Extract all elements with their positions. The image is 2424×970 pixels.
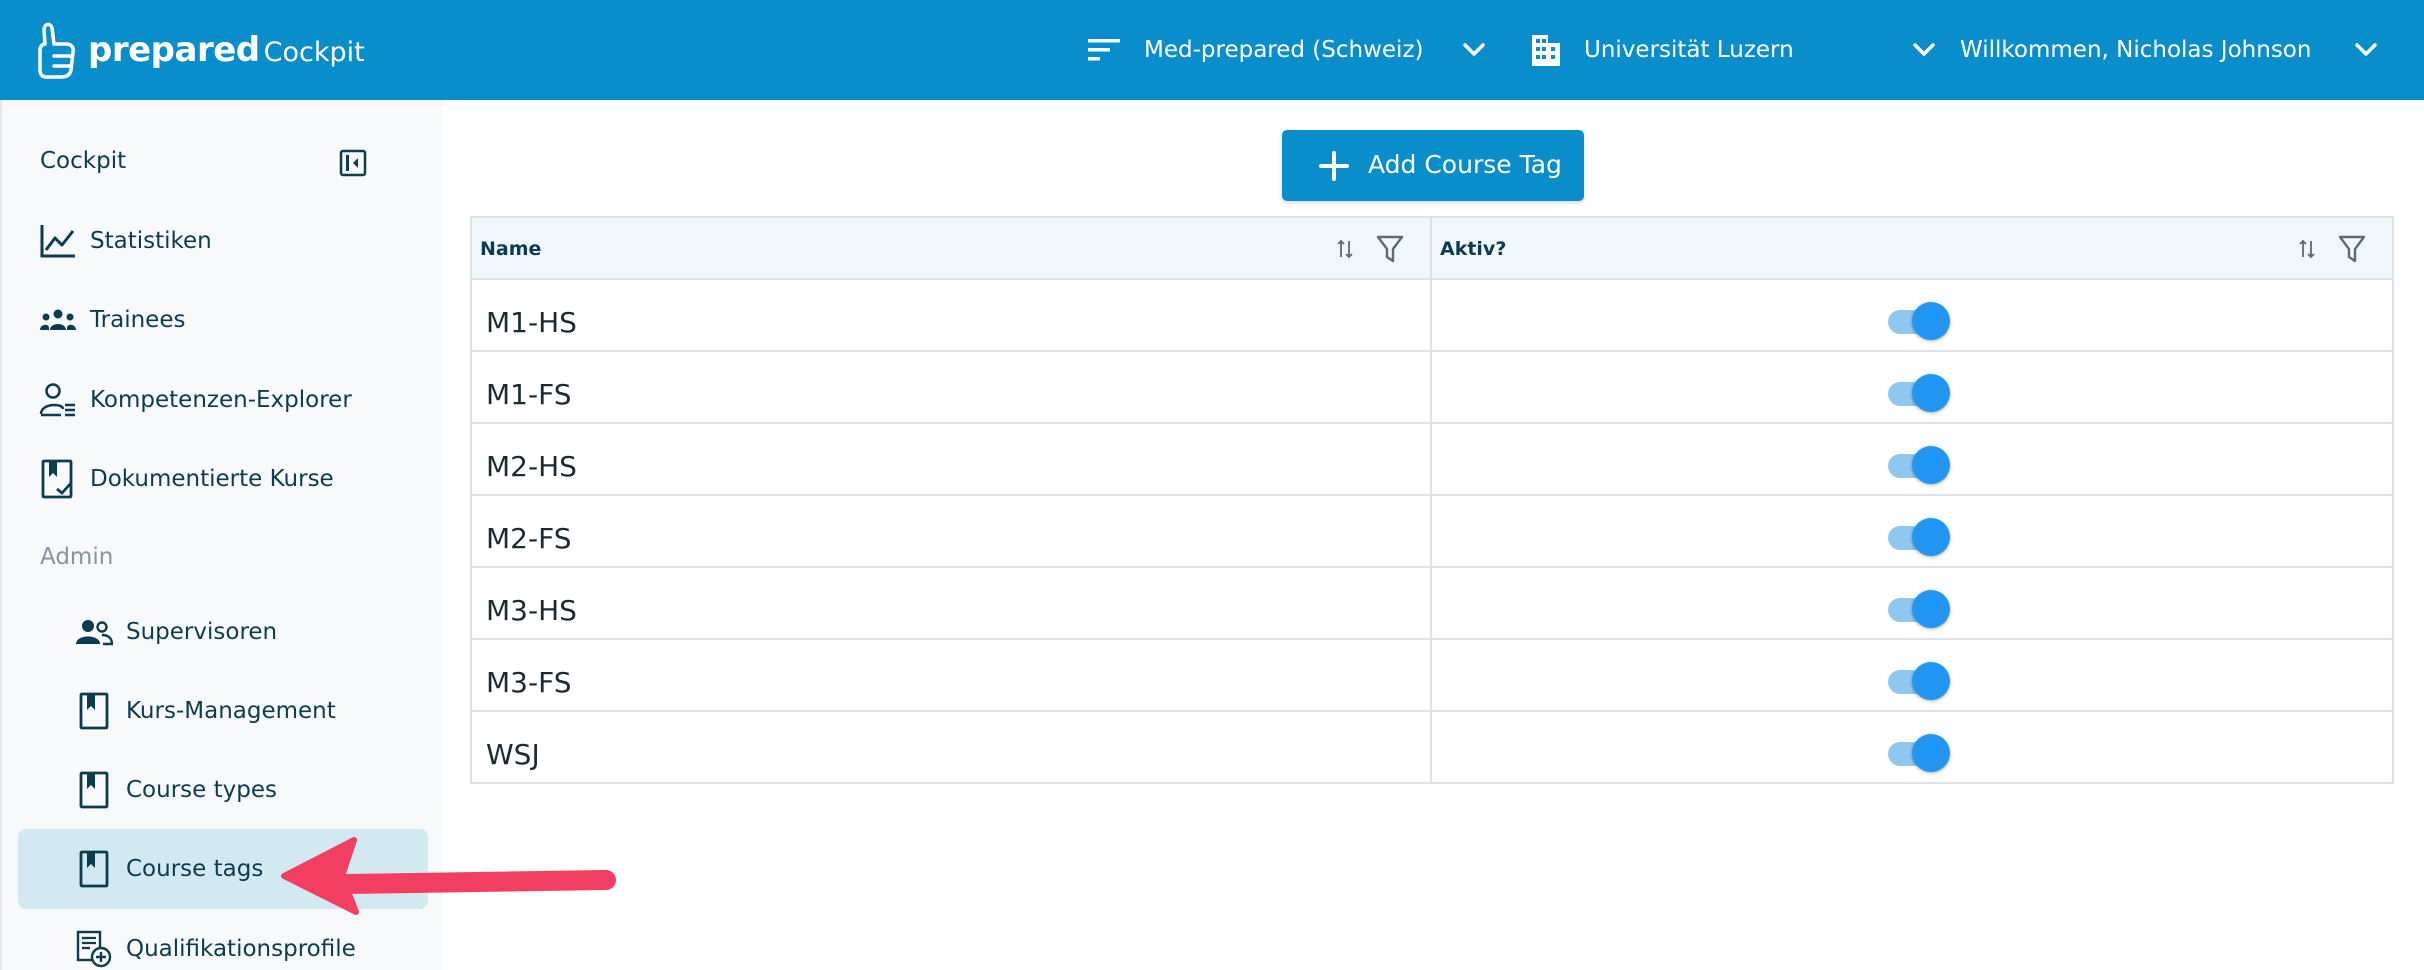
filter-icon[interactable] [2338,234,2366,264]
course-tag-name: M3-FS [486,666,572,699]
course-tag-name: M1-HS [486,306,577,339]
active-toggle[interactable] [1884,444,1952,484]
active-toggle[interactable] [1884,372,1952,412]
sort-icon[interactable] [1336,238,1354,260]
book-icon [74,849,114,889]
add-course-tag-button[interactable]: Add Course Tag [1282,130,1584,201]
course-tag-name: M1-FS [486,378,572,411]
sidebar-item-label: Supervisoren [126,619,278,645]
thumbs-up-logo-icon [38,22,75,79]
book-icon [74,770,114,810]
sidebar-item-label: Trainees [90,307,186,333]
person-list-icon [38,380,78,420]
sidebar-item-label: Dokumentierte Kurse [90,466,334,492]
table-row: M1-FS [472,352,2392,424]
active-toggle[interactable] [1884,300,1952,340]
course-tag-name: M3-HS [486,594,577,627]
chevron-down-icon[interactable] [1462,34,1486,66]
chart-line-icon [38,221,78,261]
sidebar-item-statistiken[interactable]: Statistiken [18,201,428,281]
plus-icon [1319,151,1349,181]
toggle-knob [1912,518,1950,556]
active-toggle[interactable] [1884,516,1952,556]
sidebar-item-supervisoren[interactable]: Supervisoren [18,592,428,672]
org-selector-label: Med-prepared (Schweiz) [1144,37,1424,63]
toggle-knob [1912,374,1950,412]
group-icon [38,300,78,340]
sidebar-item-kurs-management[interactable]: Kurs-Management [18,671,428,751]
active-toggle[interactable] [1884,660,1952,700]
course-tag-name: WSJ [486,738,540,771]
sidebar-item-label: Course types [126,777,277,803]
sidebar-item-label: Course tags [126,856,264,882]
collapse-sidebar-icon[interactable] [338,148,368,178]
sidebar-item-label: Kompetenzen-Explorer [90,387,352,413]
sort-lines-icon [1088,39,1120,61]
building-icon [1532,35,1560,66]
course-tags-table: Name Aktiv? M1-HS M1-FS M2-HS M2-FS M3-H… [470,216,2394,784]
course-tag-name: M2-FS [486,522,572,555]
active-toggle[interactable] [1884,732,1952,772]
sidebar-item-course-types[interactable]: Course types [18,750,428,830]
sort-icon[interactable] [2298,238,2316,260]
add-course-tag-label: Add Course Tag [1368,150,1562,179]
sidebar-item-label: Statistiken [90,228,212,254]
sidebar-item-dokumentierte-kurse[interactable]: Dokumentierte Kurse [18,439,428,519]
university-selector[interactable]: Universität Luzern [1530,24,1794,76]
filter-icon[interactable] [1376,234,1404,264]
toggle-knob [1912,590,1950,628]
university-selector-label: Universität Luzern [1584,37,1794,63]
column-header-aktiv[interactable]: Aktiv? [1440,218,1506,280]
column-header-name[interactable]: Name [480,218,541,280]
book-icon [74,691,114,731]
brand-logo[interactable]: prepared Cockpit [36,18,365,82]
app-header: prepared Cockpit Med-prepared (Schweiz) … [0,0,2424,100]
brand-name: prepared [88,30,260,70]
bookmark-check-icon [38,459,78,499]
table-row: M3-FS [472,640,2392,712]
org-selector[interactable]: Med-prepared (Schweiz) [1086,24,1424,76]
chevron-down-icon[interactable] [1912,34,1936,66]
toggle-knob [1912,302,1950,340]
table-row: M2-HS [472,424,2392,496]
section-heading-admin: Admin [40,544,114,570]
annotation-arrow-icon [281,837,616,915]
sidebar-item-trainees[interactable]: Trainees [18,280,428,360]
sidebar-item-label: Qualifikationsprofile [126,936,356,962]
user-menu[interactable]: Willkommen, Nicholas Johnson [1960,24,2311,76]
chevron-down-icon[interactable] [2354,34,2378,66]
table-row: M1-HS [472,280,2392,352]
document-add-icon [74,929,114,969]
table-header: Name Aktiv? [472,218,2392,280]
sidebar-item-label: Kurs-Management [126,698,336,724]
active-toggle[interactable] [1884,588,1952,628]
table-row: WSJ [472,712,2392,784]
table-row: M2-FS [472,496,2392,568]
toggle-knob [1912,446,1950,484]
toggle-knob [1912,662,1950,700]
toggle-knob [1912,734,1950,772]
course-tag-name: M2-HS [486,450,577,483]
sidebar-item-kompetenzen-explorer[interactable]: Kompetenzen-Explorer [18,360,428,440]
sidebar-item-qualifikationsprofile[interactable]: Qualifikationsprofile [18,909,428,970]
people-icon [74,612,114,652]
table-row: M3-HS [472,568,2392,640]
section-heading-cockpit: Cockpit [40,148,127,174]
brand-sub: Cockpit [263,36,365,68]
user-greeting: Willkommen, Nicholas Johnson [1960,37,2312,63]
